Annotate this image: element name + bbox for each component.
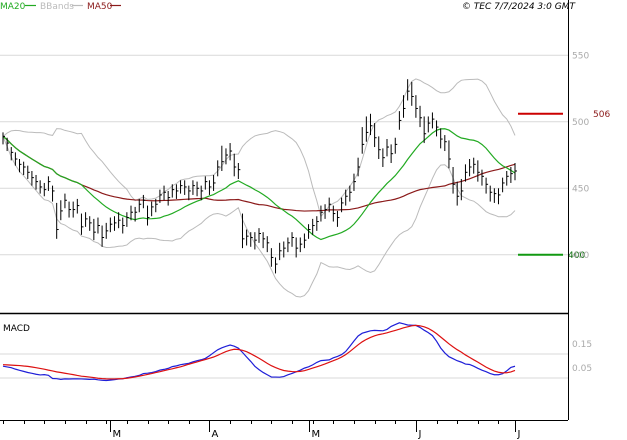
month-label: M	[113, 429, 122, 440]
macd-line	[2, 322, 516, 382]
ma20-line	[2, 128, 516, 241]
price-bars	[2, 79, 517, 274]
month-label: M	[312, 429, 321, 440]
copyright-note: © TEC 7/7/2024 3:0 GMT	[462, 2, 577, 12]
macd-panel	[2, 322, 516, 382]
price-tick-label: 450	[572, 184, 589, 194]
legend-bbands: BBands	[40, 2, 74, 12]
legend: MA20 BBands MA50	[0, 2, 121, 12]
month-label: A	[212, 429, 219, 440]
chart-canvas: 506 400 400 450 500 550 0.05 0.15 M A M J J MA20 BB…	[0, 0, 610, 440]
price-tick-label: 400	[572, 251, 589, 261]
moving-averages	[2, 128, 516, 241]
bband-lower-line	[2, 136, 516, 298]
macd-tick-label: 0.15	[572, 340, 592, 350]
ma50-line	[2, 135, 516, 212]
bband-upper-line	[2, 78, 516, 218]
price-tick-label: 550	[572, 51, 589, 61]
month-label: J	[418, 429, 422, 440]
annotations: 506 400	[518, 110, 610, 261]
legend-ma50: MA50	[87, 2, 113, 12]
macd-signal-line	[2, 324, 516, 380]
price-tick-label: 500	[572, 118, 589, 128]
legend-ma20: MA20	[0, 2, 26, 12]
macd-tick-label: 0.05	[572, 364, 592, 374]
level-label-506: 506	[593, 110, 610, 120]
macd-title: MACD	[3, 324, 30, 334]
month-label: J	[517, 429, 521, 440]
